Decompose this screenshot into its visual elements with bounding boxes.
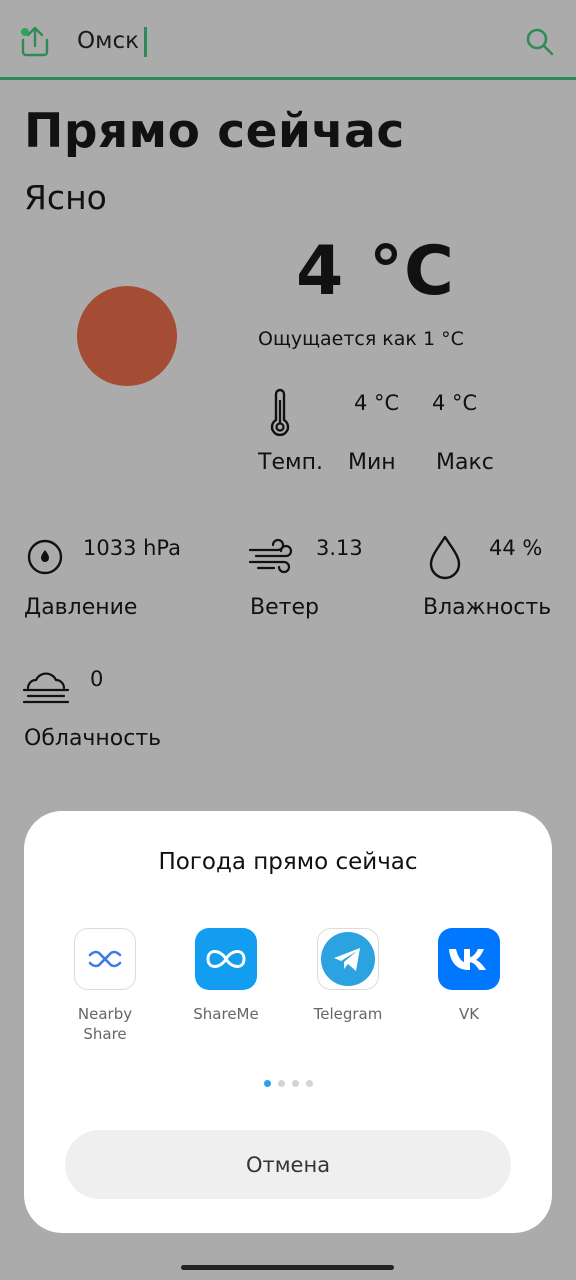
text-cursor <box>144 27 147 57</box>
page-indicator <box>24 1072 552 1091</box>
share-app-shareme[interactable]: ShareMe <box>176 928 276 1024</box>
page-dot-active <box>263 1080 271 1087</box>
cloud-icon <box>22 672 70 704</box>
wind-icon <box>248 538 293 574</box>
top-bar: Омск <box>0 0 576 80</box>
city-search-input[interactable]: Омск <box>77 28 139 54</box>
humidity-label: Влажность <box>423 595 552 620</box>
cancel-button[interactable]: Отмена <box>65 1130 511 1199</box>
page-dot <box>291 1080 299 1087</box>
pressure-label: Давление <box>24 595 138 620</box>
humidity-value: 44 % <box>489 536 543 560</box>
clouds-value: 0 <box>90 667 104 691</box>
share-app-vk[interactable]: VK <box>419 928 519 1024</box>
thermometer-icon <box>270 388 290 437</box>
wind-value: 3.13 <box>316 536 363 560</box>
share-sheet: Погода прямо сейчас Nearby Share ShareMe … <box>24 811 552 1233</box>
share-app-telegram[interactable]: Telegram <box>298 928 398 1024</box>
feels-like: Ощущается как 1 °C <box>258 328 464 350</box>
temp-label: Темп. <box>258 450 323 475</box>
current-temperature: 4 °C <box>296 232 455 311</box>
search-icon[interactable] <box>524 26 556 58</box>
app-label: VK <box>458 1005 480 1023</box>
wind-label: Ветер <box>250 595 319 620</box>
max-label: Макс <box>436 450 494 475</box>
notification-dot <box>21 28 29 36</box>
min-label: Мин <box>348 450 396 475</box>
pressure-value: 1033 hPa <box>83 536 182 560</box>
app-label: Telegram <box>313 1005 383 1023</box>
humidity-icon <box>429 535 461 580</box>
page-dot <box>277 1080 285 1087</box>
clouds-label: Облачность <box>24 726 162 751</box>
temp-max-value: 4 °C <box>432 391 478 415</box>
share-app-nearby-share[interactable]: Nearby Share <box>55 928 155 1044</box>
page-title: Прямо сейчас <box>24 104 405 159</box>
vk-icon <box>438 928 500 990</box>
telegram-icon <box>317 928 379 990</box>
temp-min-value: 4 °C <box>354 391 400 415</box>
shareme-icon <box>195 928 257 990</box>
nearby-share-icon <box>74 928 136 990</box>
weather-condition: Ясно <box>24 178 107 217</box>
home-indicator[interactable] <box>181 1265 394 1270</box>
sun-icon <box>77 286 177 386</box>
share-sheet-title: Погода прямо сейчас <box>158 849 418 875</box>
app-label: ShareMe <box>193 1005 259 1023</box>
pressure-icon <box>27 539 63 575</box>
page-dot <box>305 1080 313 1087</box>
app-label: Nearby Share <box>77 1005 133 1043</box>
